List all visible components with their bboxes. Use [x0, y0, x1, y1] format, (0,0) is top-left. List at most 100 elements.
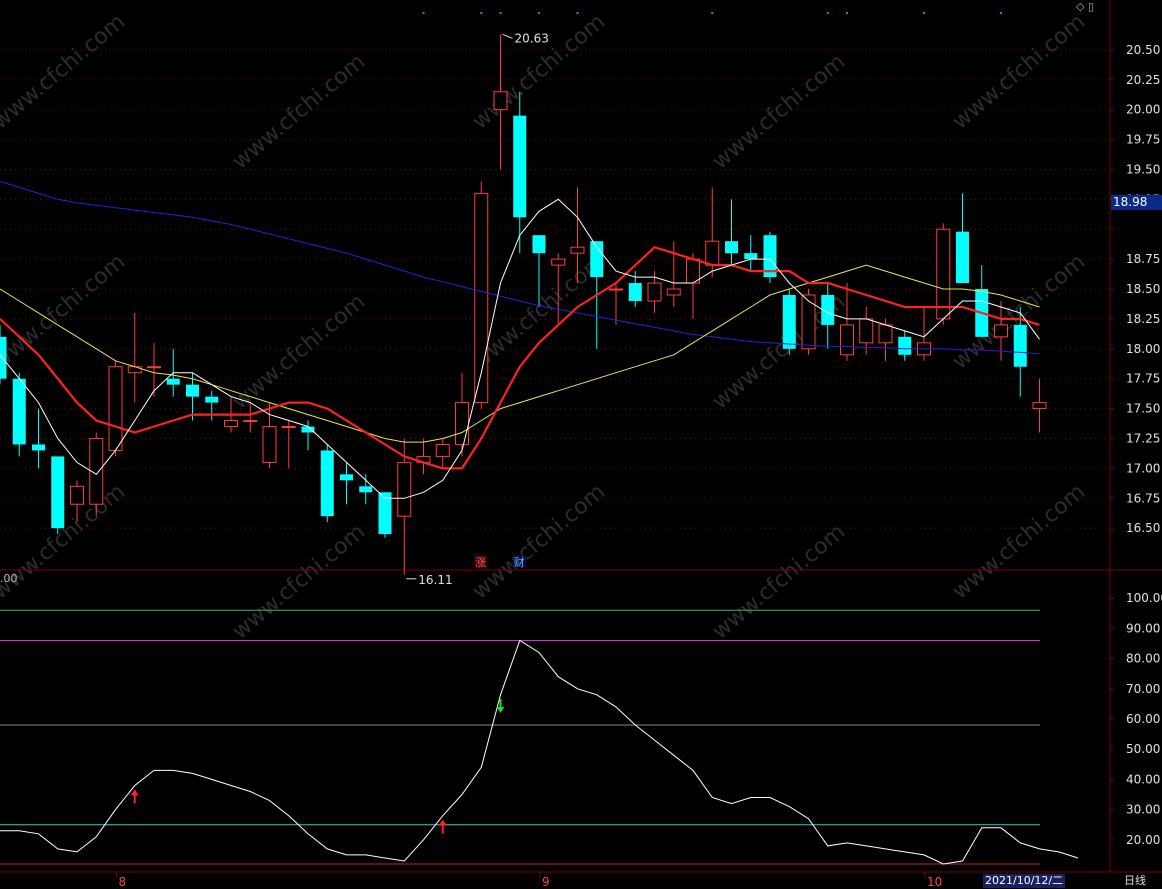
- price-tick-label: 19.50: [1126, 162, 1160, 176]
- candle-body-down: [12, 378, 26, 445]
- event-dot: [826, 12, 829, 14]
- event-dot: [923, 12, 925, 14]
- x-tick-label: 9: [542, 875, 550, 889]
- watermark-text: www.cfchi.com: [948, 9, 1090, 134]
- buy-arrow-head-icon: [130, 789, 139, 796]
- candle-body-up: [1032, 402, 1047, 410]
- event-dot: [576, 12, 579, 14]
- price-tick-label: 20.50: [1126, 43, 1160, 57]
- watermark-text: www.cfchi.com: [468, 9, 610, 134]
- price-tick-label: 16.50: [1126, 521, 1160, 535]
- price-tick-label: 20.00: [1126, 103, 1160, 117]
- candle-body-up: [666, 288, 681, 296]
- candle-body-up: [243, 420, 258, 423]
- indicator-tick-label: 50.00: [1126, 742, 1160, 756]
- indicator-tick-label: 60.00: [1126, 712, 1160, 726]
- candle-body-up: [859, 318, 874, 344]
- candle-body-down: [359, 486, 373, 493]
- candle-body-up: [493, 91, 508, 111]
- candle-body-up: [647, 282, 662, 302]
- indicator-tick-label: 80.00: [1126, 652, 1160, 666]
- watermark-text: www.cfchi.com: [468, 479, 610, 604]
- candle-body-down: [301, 426, 315, 433]
- candle-body-down: [898, 336, 912, 355]
- event-dot: [711, 12, 714, 14]
- candle-body-up: [455, 402, 469, 445]
- candle-body-down: [166, 378, 180, 385]
- candle-body-down: [782, 295, 796, 349]
- ma10-line: [0, 245, 1040, 470]
- candle-body-down: [51, 456, 65, 529]
- watermark-text: www.cfchi.com: [708, 519, 850, 644]
- event-dot: [499, 12, 502, 14]
- watermark-text: www.cfchi.com: [0, 249, 130, 374]
- candle-body-up: [551, 258, 566, 266]
- indicator-tick-label: 40.00: [1126, 772, 1160, 786]
- event-dot: [480, 12, 483, 14]
- candle-body-down: [513, 115, 527, 218]
- candle-body-down: [725, 241, 738, 254]
- indicator-tick-label: 100.00: [1126, 591, 1162, 605]
- candle-body-down: [744, 253, 758, 260]
- candle-body-down: [956, 231, 969, 284]
- event-tag: 财: [514, 555, 525, 569]
- price-tick-label: 19.75: [1126, 133, 1160, 147]
- price-tick-label: 17.25: [1126, 431, 1160, 445]
- price-tick-label: 16.75: [1126, 491, 1160, 505]
- indicator-tick-label: 90.00: [1126, 621, 1160, 635]
- candle-body-up: [801, 294, 816, 350]
- indicator-tick-label: 70.00: [1126, 682, 1160, 696]
- candle-body-up: [70, 485, 84, 505]
- candle-body-up: [936, 228, 951, 320]
- high-annotation: 20.63: [515, 31, 549, 45]
- stock-chart: www.cfchi.com www.cfchi.com www.cfchi.com w…: [0, 0, 1162, 889]
- candle-body-up: [435, 443, 450, 457]
- window-icons[interactable]: ◇ ▯: [1076, 0, 1094, 13]
- candle-body-up: [994, 324, 1008, 338]
- candle-body-up: [147, 366, 161, 369]
- low-annotation: 16.11: [418, 573, 452, 587]
- candle-body-up: [686, 258, 700, 284]
- cursor-date: 2021/10/12/二: [983, 874, 1066, 888]
- candle-body-up: [705, 240, 720, 266]
- candle-body-up: [570, 246, 585, 254]
- candle-body-up: [262, 426, 277, 463]
- sell-arrow-head-icon: [496, 706, 505, 713]
- price-tick-label: 18.75: [1126, 252, 1160, 266]
- event-dot: [1000, 12, 1002, 14]
- watermark-text: www.cfchi.com: [228, 519, 370, 644]
- event-tag: 涨: [475, 556, 486, 569]
- buy-arrow-head-icon: [438, 819, 447, 826]
- ma20-line: [0, 264, 1040, 443]
- period-label[interactable]: 日线: [1124, 874, 1146, 888]
- candle-body-up: [840, 324, 854, 356]
- candle-body-down: [205, 396, 219, 403]
- indicator-tick-label: 20.00: [1126, 833, 1160, 847]
- diamond-icon[interactable]: ◇: [1076, 0, 1084, 13]
- price-tick-label: 18.25: [1126, 312, 1160, 326]
- event-dot: [846, 12, 848, 14]
- high-pointer: [502, 33, 513, 39]
- x-tick-label: 8: [119, 875, 127, 889]
- candle-body-down: [320, 450, 334, 517]
- candle-body-down: [340, 474, 353, 481]
- price-tick-label: 18.00: [1126, 342, 1160, 356]
- indicator-left-label: .00: [0, 572, 18, 585]
- candle-body-down: [186, 384, 199, 397]
- candle-body-down: [628, 283, 642, 301]
- candle-body-down: [532, 235, 546, 254]
- price-tick-label: 17.75: [1126, 372, 1160, 386]
- lock-icon[interactable]: ▯: [1088, 0, 1094, 13]
- candle-body-up: [609, 288, 623, 291]
- price-tick-label: 17.00: [1126, 461, 1160, 475]
- candle-body-up: [281, 426, 296, 429]
- indicator-tick-label: 30.00: [1126, 803, 1160, 817]
- price-tick-label: 17.50: [1126, 402, 1160, 416]
- current-price-marker: 18.98: [1111, 195, 1162, 210]
- price-tick-label: 20.25: [1126, 73, 1160, 87]
- candle-body-up: [108, 366, 123, 451]
- watermark-text: www.cfchi.com: [0, 9, 130, 134]
- event-dot: [538, 12, 540, 14]
- watermark-text: www.cfchi.com: [948, 479, 1090, 604]
- price-tick-label: 18.50: [1126, 282, 1160, 296]
